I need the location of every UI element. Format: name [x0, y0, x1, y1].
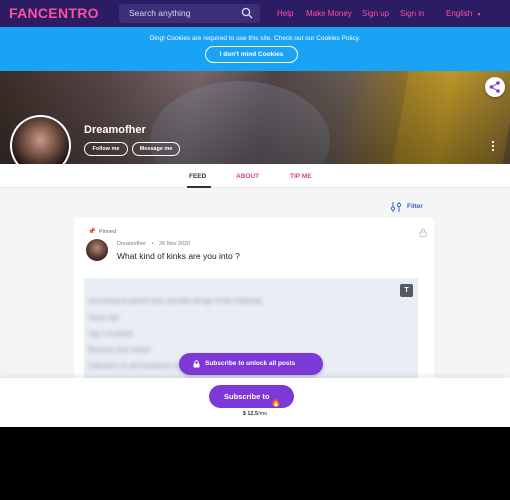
lock-icon	[419, 228, 427, 237]
language-selector[interactable]: English ▼	[446, 9, 481, 18]
subscribe-unlock-button[interactable]: Subscribe to unlock all posts	[179, 353, 323, 375]
post-author[interactable]: Dreamofher	[117, 241, 146, 247]
filter-icon	[390, 202, 402, 212]
cookie-banner: Ding! Cookies are required to use this s…	[0, 27, 510, 71]
pin-icon: 📌	[88, 229, 96, 235]
price-period: /mo	[258, 411, 268, 417]
active-tab-indicator	[187, 186, 211, 188]
text-post-badge: T	[400, 284, 413, 297]
app-root: FANCENTRO Search anything Help Make Mone…	[0, 0, 510, 427]
search-icon[interactable]	[241, 7, 253, 19]
follow-button[interactable]: Follow me	[84, 142, 128, 156]
tab-feed[interactable]: FEED	[189, 173, 206, 180]
search-input[interactable]: Search anything	[119, 4, 260, 23]
nav-link-sign-up[interactable]: Sign up	[362, 9, 389, 18]
meta-separator: •	[151, 241, 154, 247]
share-icon	[489, 81, 500, 93]
accept-cookies-button[interactable]: I don't mind Cookies	[205, 46, 298, 63]
unlock-label: Subscribe to unlock all posts	[205, 360, 296, 367]
subscribe-label: Subscribe to	[224, 392, 270, 401]
post-author-avatar[interactable]	[86, 239, 108, 261]
search-placeholder: Search anything	[129, 8, 191, 18]
more-options-icon[interactable]	[491, 140, 495, 152]
price-value: $ 12.5	[242, 411, 259, 417]
top-nav: FANCENTRO Search anything Help Make Mone…	[0, 0, 510, 27]
tab-about[interactable]: ABOUT	[236, 173, 259, 180]
post-title: What kind of kinks are you into ?	[117, 251, 240, 261]
cookie-message: Ding! Cookies are required to use this s…	[149, 35, 361, 42]
empty-viewport-area	[0, 427, 510, 500]
post-date: 26 Nov 2020	[159, 241, 191, 247]
profile-name: Dreamofher	[84, 124, 146, 136]
subscribe-footer: Subscribe to 🔥 $ 12.5/mo	[0, 378, 510, 427]
filter-button[interactable]: Filter	[390, 200, 423, 218]
nav-link-sign-in[interactable]: Sign in	[400, 9, 424, 18]
nav-link-help[interactable]: Help	[277, 9, 293, 18]
nav-link-make-money[interactable]: Make Money	[306, 9, 352, 18]
lock-icon	[193, 360, 200, 368]
subscription-price: $ 12.5/mo	[0, 411, 510, 417]
language-label: English	[446, 9, 473, 18]
profile-tabs: FEED ABOUT TIP ME	[0, 164, 510, 188]
subscribe-button[interactable]: Subscribe to 🔥	[209, 385, 294, 408]
filter-label: Filter	[407, 203, 423, 210]
pinned-label: Pinned	[99, 229, 117, 235]
pinned-indicator: 📌 Pinned	[88, 228, 116, 235]
chevron-down-icon: ▼	[476, 12, 482, 18]
share-button[interactable]	[485, 77, 505, 97]
cover-image	[0, 71, 510, 164]
tab-tip-me[interactable]: TIP ME	[290, 173, 312, 180]
fancentro-logo[interactable]: FANCENTRO	[9, 5, 99, 21]
post-meta: Dreamofher • 26 Nov 2020	[117, 241, 190, 247]
cover-shade	[0, 71, 510, 164]
message-button[interactable]: Message me	[132, 142, 180, 156]
